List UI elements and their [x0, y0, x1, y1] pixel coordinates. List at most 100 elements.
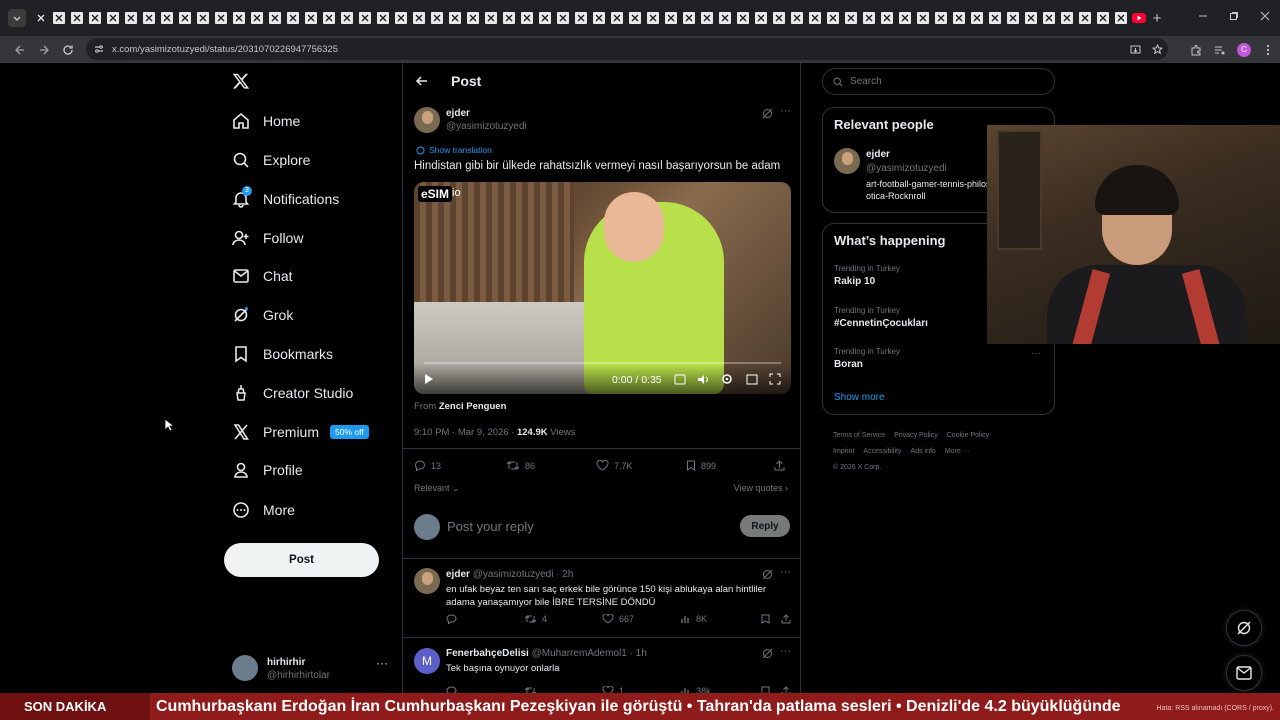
browser-tab[interactable]: [914, 0, 932, 36]
footer-link[interactable]: Privacy Policy: [894, 432, 938, 439]
reply-tweet[interactable]: ejder @yasimizotuzyedi · 2h ··· en ufak be…: [403, 559, 800, 638]
browser-tab[interactable]: [194, 0, 212, 36]
browser-tab[interactable]: [176, 0, 194, 36]
footer-link[interactable]: Accessibility: [863, 448, 901, 455]
browser-tab[interactable]: [122, 0, 140, 36]
grok-icon[interactable]: [762, 569, 773, 580]
reply-action[interactable]: [446, 614, 462, 624]
browser-tab[interactable]: [932, 0, 950, 36]
browser-tab[interactable]: [284, 0, 302, 36]
footer-link[interactable]: Cookie Policy: [947, 432, 989, 439]
grok-fab-button[interactable]: [1226, 610, 1262, 646]
avatar[interactable]: [414, 107, 440, 133]
show-translation-link[interactable]: Show translation: [416, 145, 492, 155]
browser-tab[interactable]: [1112, 0, 1130, 36]
browser-tab[interactable]: [788, 0, 806, 36]
footer-link[interactable]: More ···: [945, 448, 970, 455]
browser-tab[interactable]: [860, 0, 878, 36]
reply-input[interactable]: Post your reply: [447, 519, 534, 534]
browser-tab[interactable]: [518, 0, 536, 36]
browser-tab[interactable]: [644, 0, 662, 36]
repost-action[interactable]: 4: [524, 614, 547, 624]
person-handle[interactable]: @yasimizotuzyedi: [866, 163, 947, 174]
footer-link[interactable]: © 2026 X Corp.: [833, 464, 881, 471]
repost-action[interactable]: [524, 686, 542, 693]
sort-dropdown[interactable]: Relevant ⌄: [414, 483, 460, 494]
views-action[interactable]: 8K: [681, 614, 707, 624]
sidebar-item-chat[interactable]: Chat: [232, 264, 293, 288]
share-action[interactable]: [781, 686, 791, 693]
site-settings-icon[interactable]: [94, 44, 104, 54]
browser-tab[interactable]: [842, 0, 860, 36]
browser-tab[interactable]: [248, 0, 266, 36]
star-icon[interactable]: [1151, 43, 1163, 55]
footer-link[interactable]: Ads info: [911, 448, 936, 455]
bookmark-action[interactable]: 899: [686, 460, 716, 471]
browser-tab[interactable]: [302, 0, 320, 36]
menu-button[interactable]: [1256, 38, 1280, 62]
browser-tab[interactable]: [680, 0, 698, 36]
browser-tab[interactable]: [392, 0, 410, 36]
browser-tab[interactable]: [356, 0, 374, 36]
browser-tab[interactable]: [50, 0, 68, 36]
browser-tab[interactable]: [104, 0, 122, 36]
browser-tab[interactable]: [896, 0, 914, 36]
reload-button[interactable]: [56, 38, 80, 62]
person-name[interactable]: ejder: [866, 149, 890, 160]
reply-tweet[interactable]: M FenerbahçeDelisi @MuharremAdemol1 · 1h ·…: [403, 638, 800, 693]
sidebar-item-bookmarks[interactable]: Bookmarks: [232, 342, 333, 366]
address-bar[interactable]: x.com/yasimizotuzyedi/status/20310702269…: [86, 38, 1168, 60]
browser-tab[interactable]: [806, 0, 824, 36]
more-icon[interactable]: ···: [780, 566, 791, 578]
browser-tab[interactable]: [464, 0, 482, 36]
browser-tab[interactable]: [1058, 0, 1076, 36]
browser-tab[interactable]: [230, 0, 248, 36]
forward-button[interactable]: [32, 38, 56, 62]
browser-tab[interactable]: [428, 0, 446, 36]
video-progress-bar[interactable]: [424, 362, 781, 364]
trend-item[interactable]: Trending in Turkey Boran: [834, 347, 900, 370]
more-icon[interactable]: ···: [376, 656, 388, 670]
play-icon[interactable]: [424, 373, 434, 385]
more-icon[interactable]: ···: [780, 645, 791, 657]
sidebar-item-home[interactable]: Home: [232, 109, 300, 133]
share-action[interactable]: [774, 460, 785, 471]
show-more-link[interactable]: Show more: [834, 392, 885, 403]
author-name[interactable]: ejder: [446, 108, 470, 119]
fullscreen-icon[interactable]: [769, 373, 781, 385]
browser-tab[interactable]: [734, 0, 752, 36]
tab-search-button[interactable]: [8, 9, 26, 27]
reply-action[interactable]: [446, 686, 462, 693]
reply-author[interactable]: FenerbahçeDelisi: [446, 648, 529, 659]
browser-tab[interactable]: [536, 0, 554, 36]
browser-tab[interactable]: [572, 0, 590, 36]
browser-tab[interactable]: [716, 0, 734, 36]
account-switcher[interactable]: hirhirhir @hirhirhirtolar ···: [232, 655, 392, 683]
bookmark-action[interactable]: [761, 686, 770, 693]
extensions-button[interactable]: [1184, 38, 1208, 62]
back-arrow-icon[interactable]: [415, 72, 433, 90]
back-button[interactable]: [8, 38, 32, 62]
avatar[interactable]: M: [414, 648, 440, 674]
like-action[interactable]: 1: [602, 686, 624, 693]
search-input[interactable]: Search: [822, 68, 1055, 95]
browser-tab[interactable]: [986, 0, 1004, 36]
browser-tab[interactable]: [68, 0, 86, 36]
browser-tab[interactable]: [410, 0, 428, 36]
browser-tab[interactable]: [482, 0, 500, 36]
reply-handle[interactable]: @MuharremAdemol1 · 1h: [532, 648, 647, 659]
close-window-button[interactable]: [1249, 0, 1280, 32]
grok-icon[interactable]: [762, 108, 773, 119]
reply-author[interactable]: ejder: [446, 569, 470, 580]
browser-tab[interactable]: [446, 0, 464, 36]
browser-tab[interactable]: [770, 0, 788, 36]
browser-tab[interactable]: [950, 0, 968, 36]
browser-tab[interactable]: [1076, 0, 1094, 36]
restore-button[interactable]: [1218, 0, 1249, 32]
tab-youtube[interactable]: [1130, 0, 1148, 36]
reply-action[interactable]: 13: [414, 460, 441, 471]
from-source-link[interactable]: Zenci Penguen: [439, 401, 507, 412]
browser-tab[interactable]: [1040, 0, 1058, 36]
browser-tab[interactable]: [608, 0, 626, 36]
footer-link[interactable]: Terms of Service: [833, 432, 885, 439]
